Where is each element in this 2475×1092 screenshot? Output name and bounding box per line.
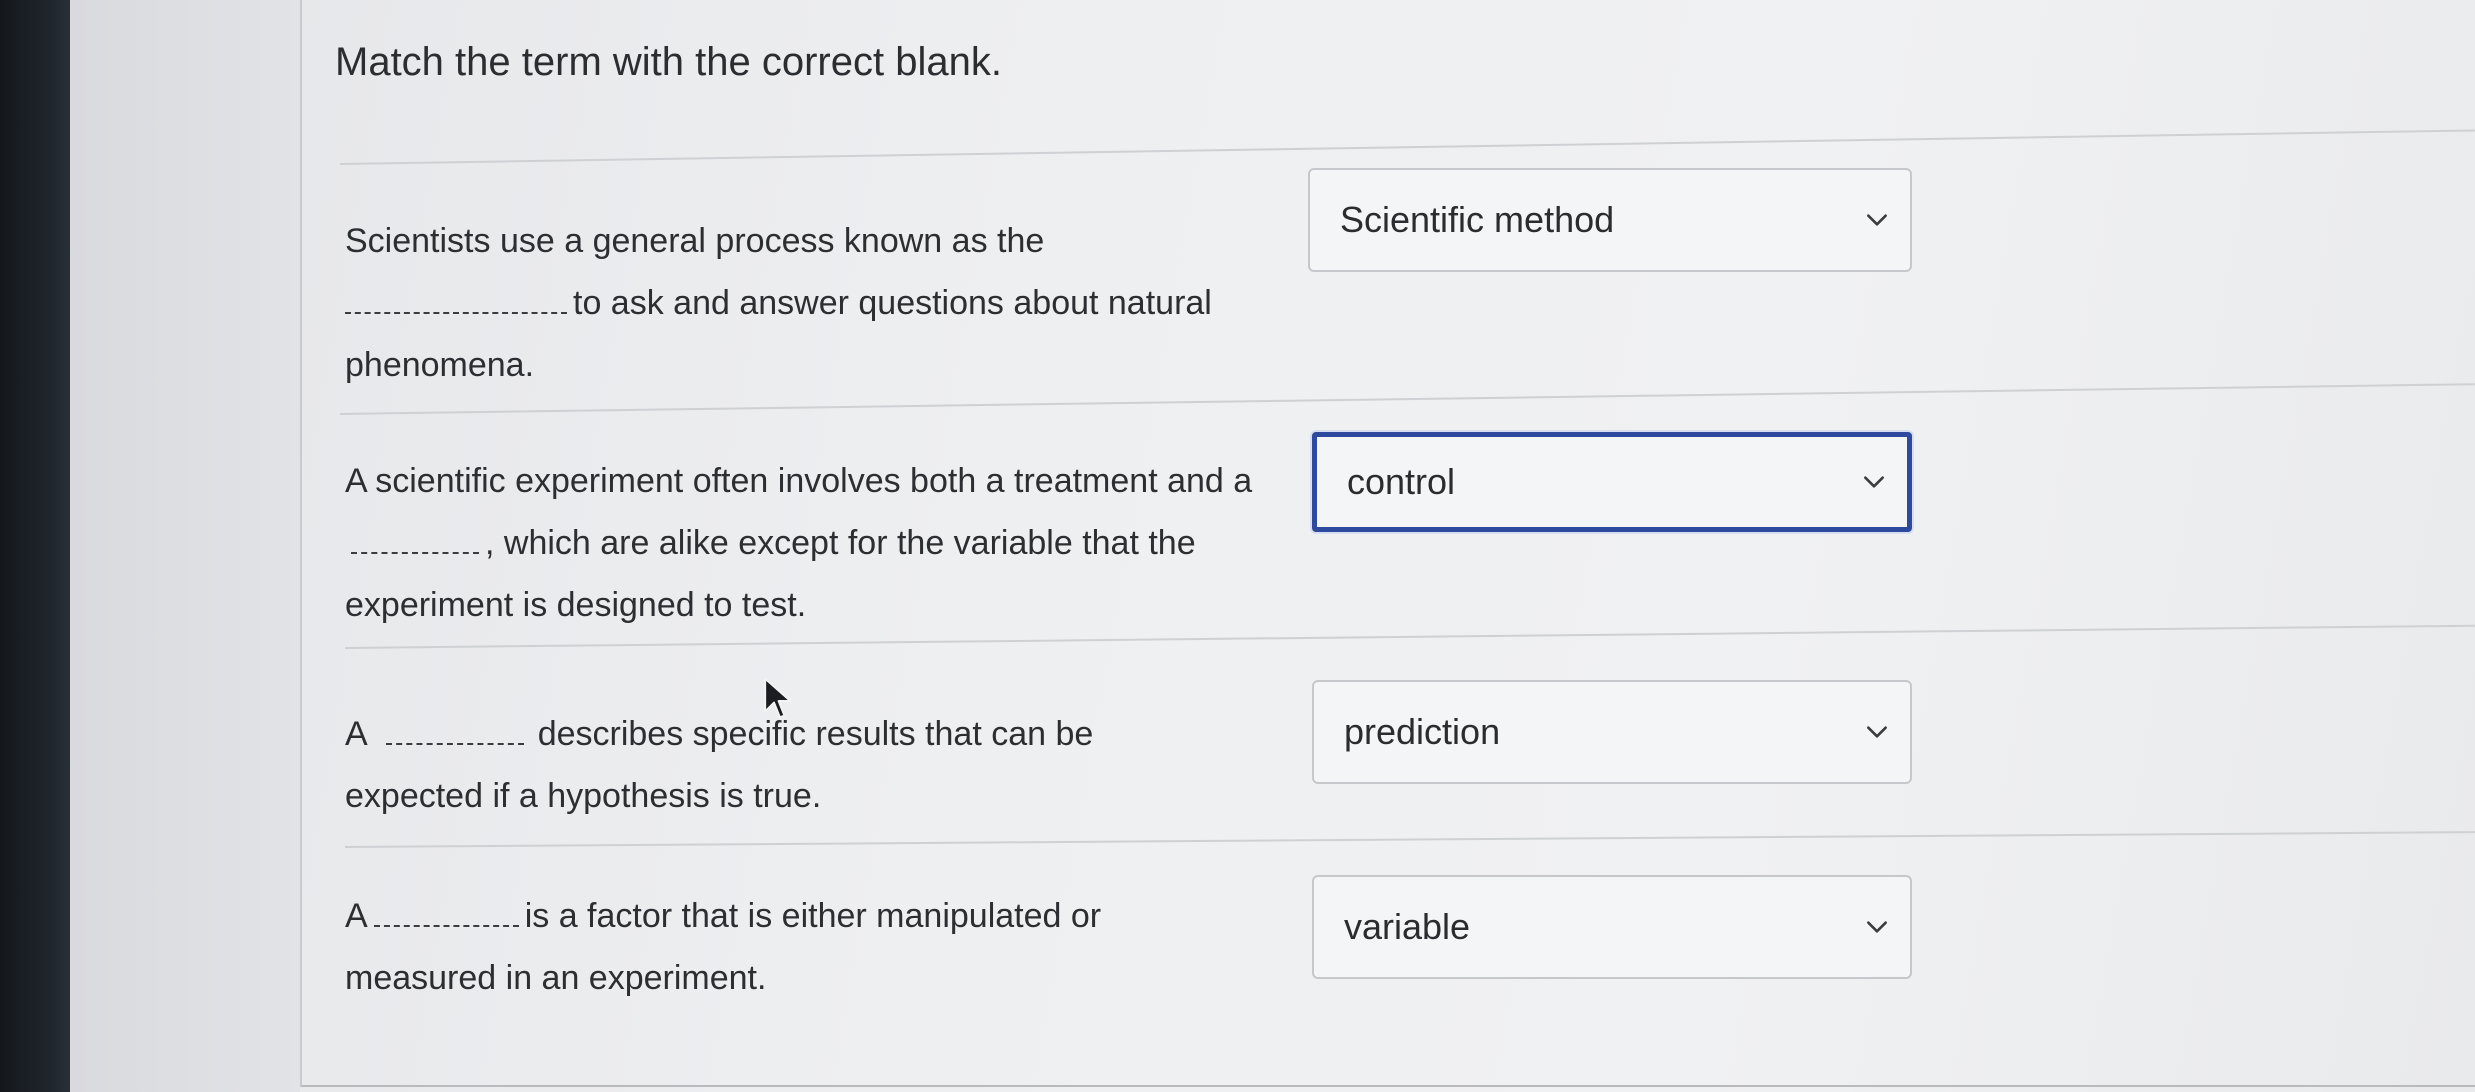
term-select-2[interactable]: control xyxy=(1312,432,1912,532)
prompt-before: Scientists use a general process known a… xyxy=(345,222,1045,260)
answer-blank xyxy=(373,921,519,927)
prompt-before: A xyxy=(345,715,368,753)
answer-blank xyxy=(345,308,567,314)
mouse-pointer-icon xyxy=(764,678,792,718)
answer-blank xyxy=(351,548,479,554)
chevron-down-icon xyxy=(1864,476,1884,488)
match-item-4: Ais a factor that is either manipulated … xyxy=(345,885,1205,1009)
prompt-text: Ais a factor that is either manipulated … xyxy=(345,885,1205,1009)
left-sidebar xyxy=(70,0,300,1092)
prompt-after: , which are alike except for the variabl… xyxy=(345,524,1196,624)
answer-blank xyxy=(385,739,524,745)
question-title: Match the term with the correct blank. xyxy=(335,40,1002,84)
monitor-bezel xyxy=(0,0,70,1092)
selected-term: Scientific method xyxy=(1340,199,1615,240)
selected-term: prediction xyxy=(1344,711,1501,752)
prompt-before: A xyxy=(345,897,368,935)
term-select-1[interactable]: Scientific method xyxy=(1308,168,1912,272)
prompt-after: to ask and answer questions about natura… xyxy=(345,284,1212,384)
prompt-text: Adescribes specific results that can be … xyxy=(345,703,1185,827)
chevron-down-icon xyxy=(1867,921,1887,933)
prompt-before: A scientific experiment often involves b… xyxy=(345,462,1253,500)
term-select-4[interactable]: variable xyxy=(1312,875,1912,979)
chevron-down-icon xyxy=(1867,726,1887,738)
match-item-2: A scientific experiment often involves b… xyxy=(345,450,1305,636)
prompt-after: describes specific results that can be e… xyxy=(345,715,1094,815)
match-item-3: Adescribes specific results that can be … xyxy=(345,703,1185,827)
selected-term: control xyxy=(1347,461,1456,502)
screen: Match the term with the correct blank. S… xyxy=(0,0,2475,1092)
prompt-text: Scientists use a general process known a… xyxy=(345,210,1275,396)
chevron-down-icon xyxy=(1867,214,1887,226)
prompt-text: A scientific experiment often involves b… xyxy=(345,450,1305,636)
match-item-1: Scientists use a general process known a… xyxy=(345,210,1275,396)
term-select-3[interactable]: prediction xyxy=(1312,680,1912,784)
prompt-after: is a factor that is either manipulated o… xyxy=(345,897,1102,997)
selected-term: variable xyxy=(1344,906,1471,947)
